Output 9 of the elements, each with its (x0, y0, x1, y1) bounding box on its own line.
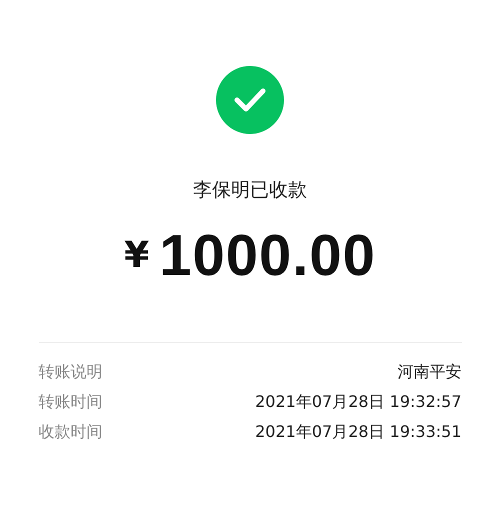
status-text: 李保明已收款 (193, 178, 307, 202)
amount-value: 1000.00 (159, 222, 376, 290)
currency-symbol: ¥ (124, 236, 150, 276)
detail-label: 转账说明 (38, 361, 102, 383)
detail-label: 转账时间 (38, 391, 102, 413)
detail-value: 2021年07月28日 19:33:51 (255, 421, 462, 443)
detail-label: 收款时间 (38, 421, 102, 443)
detail-value: 河南平安 (398, 361, 462, 383)
detail-value: 2021年07月28日 19:32:57 (255, 391, 462, 413)
